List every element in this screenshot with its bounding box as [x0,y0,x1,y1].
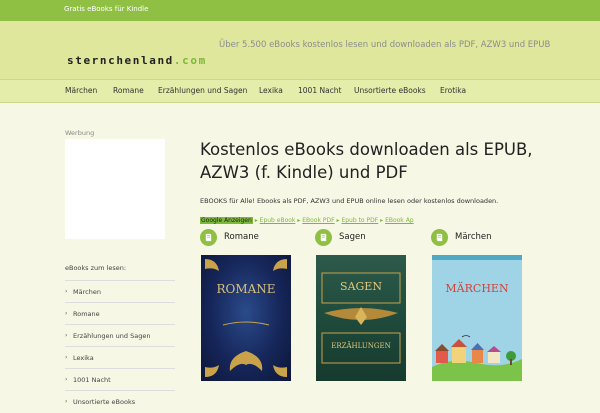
ad-link[interactable]: Epub to PDF [341,217,378,224]
category-label: Märchen [455,232,492,242]
ad-label: Werbung [65,129,95,137]
nav-item-1001-nacht[interactable]: 1001 Nacht [298,86,342,95]
triangle-icon: ▸ [254,217,258,224]
logo-domain: .com [173,54,207,67]
nav-item-erotika[interactable]: Erotika [440,86,466,95]
cover-ornament [321,272,401,364]
chevron-right-icon: › [65,354,68,361]
sidebar-item-maerchen[interactable]: › Märchen [65,280,175,303]
category-label: Sagen [339,232,366,242]
intro-text: EBOOKS für Alle! Ebooks als PDF, AZW3 un… [200,197,499,205]
cover-sagen[interactable]: SAGEN ERZÄHLUNGEN [316,255,406,381]
sidebar-item-label: 1001 Nacht [73,376,111,384]
top-bar-link[interactable]: Gratis eBooks für Kindle [64,5,148,13]
sidebar-item-erzaehlungen[interactable]: › Erzählungen und Sagen [65,324,175,347]
cover-illustration [432,255,522,381]
site-tagline: Über 5.500 eBooks kostenlos lesen und do… [219,40,551,50]
book-icon [315,229,332,246]
sidebar-item-label: Unsortierte eBooks [73,398,136,406]
chevron-right-icon: › [65,310,68,317]
cover-maerchen[interactable]: MÄRCHEN [432,255,522,381]
ad-link[interactable]: EBook PDF [302,217,334,224]
chevron-right-icon: › [65,332,68,339]
top-bar: Gratis eBooks für Kindle [0,0,600,21]
sidebar-item-lexika[interactable]: › Lexika [65,346,175,369]
sidebar-item-romane[interactable]: › Romane [65,302,175,325]
logo-text: sternchenland [67,54,174,67]
book-icon [200,229,217,246]
chevron-right-icon: › [65,376,68,383]
triangle-icon: ▸ [380,217,384,224]
site-logo[interactable]: sternchenland.com [67,54,207,67]
sidebar-item-unsortierte[interactable]: › Unsortierte eBooks [65,390,175,413]
nav-item-lexika[interactable]: Lexika [259,86,283,95]
nav-item-maerchen[interactable]: Märchen [65,86,97,95]
ad-link[interactable]: EBook Ap [385,217,414,224]
sidebar-item-1001-nacht[interactable]: › 1001 Nacht [65,368,175,391]
cover-title: SAGEN [340,280,382,293]
nav-item-unsortierte[interactable]: Unsortierte eBooks [354,86,426,95]
sidebar-item-label: Lexika [73,354,94,362]
book-icon [431,229,448,246]
nav-item-erzaehlungen[interactable]: Erzählungen und Sagen [158,86,247,95]
ad-links-label: Google Anzeigen [200,217,253,224]
chevron-right-icon: › [65,398,68,405]
triangle-icon: ▸ [336,217,340,224]
category-label: Romane [224,232,259,242]
sidebar-item-label: Romane [73,310,100,318]
nav-item-romane[interactable]: Romane [113,86,144,95]
chevron-right-icon: › [65,288,68,295]
site-header: sternchenland.com Über 5.500 eBooks kost… [0,21,600,79]
sidebar-heading: eBooks zum lesen: [65,264,127,272]
cover-ornament [205,259,287,377]
sidebar-item-label: Märchen [73,288,101,296]
main-nav: Märchen Romane Erzählungen und Sagen Lex… [0,79,600,103]
cover-title: MÄRCHEN [445,282,509,295]
page-title: Kostenlos eBooks downloaden als EPUB, AZ… [200,140,533,182]
cover-title: ROMANE [216,282,276,296]
sidebar-item-label: Erzählungen und Sagen [73,332,151,340]
ad-box[interactable] [65,139,165,239]
cover-subtitle: ERZÄHLUNGEN [331,342,391,350]
cover-romane[interactable]: ROMANE [201,255,291,381]
ad-links: Google Anzeigen ▸ Epub eBook ▸ EBook PDF… [200,217,414,224]
triangle-icon: ▸ [297,217,301,224]
ad-link[interactable]: Epub eBook [260,217,296,224]
